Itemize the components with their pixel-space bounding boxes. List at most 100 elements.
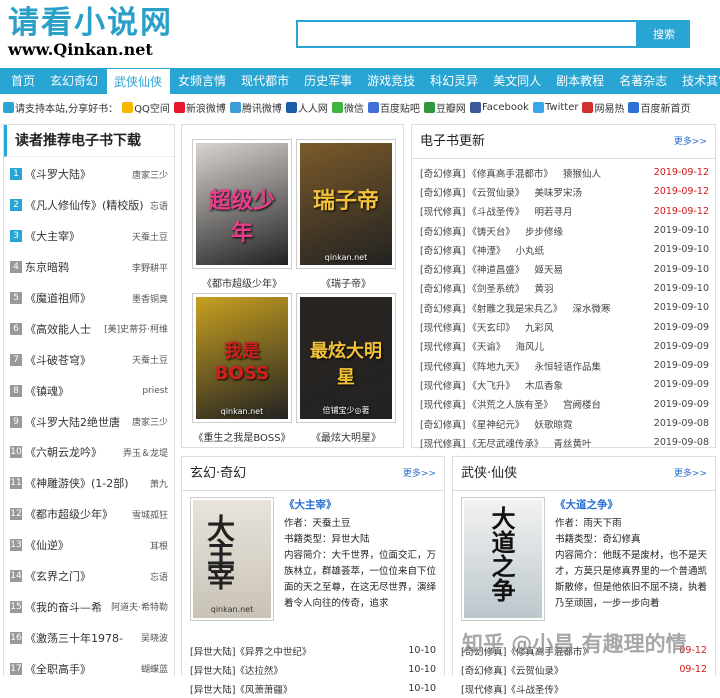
- netease-icon[interactable]: [582, 101, 594, 113]
- featured-book[interactable]: 我是BOSS qinkan.net 《重生之我是BOSS》: [192, 293, 292, 444]
- rank-book-title[interactable]: 《全职高手》: [25, 661, 91, 677]
- row-category[interactable]: [现代修真]: [461, 682, 506, 696]
- category-row[interactable]: [现代修真] 《斗战圣传》: [461, 679, 715, 698]
- update-category[interactable]: [现代修真]: [420, 378, 465, 392]
- book-cover[interactable]: 最炫大明星 倍铺宝少◎著: [296, 293, 396, 423]
- nav-item[interactable]: 女频言情: [171, 68, 234, 94]
- rank-book-title[interactable]: 《神雕游侠》(1-2部): [25, 475, 129, 491]
- rank-book-title[interactable]: 《镇魂》: [25, 383, 69, 399]
- category-more-link[interactable]: 更多>>: [403, 457, 436, 491]
- update-category[interactable]: [现代修真]: [420, 320, 465, 334]
- rank-book-title[interactable]: 《我的奋斗—希: [25, 599, 102, 615]
- update-category[interactable]: [奇幻修真]: [420, 243, 465, 257]
- update-book-title[interactable]: 《云贺仙录》: [467, 185, 524, 199]
- rank-item[interactable]: 6 《高效能人士 [美]史蒂芬·柯维: [10, 313, 174, 344]
- featured-book[interactable]: 瑞子帝 qinkan.net 《瑞子帝》: [296, 139, 396, 290]
- share-link[interactable]: 网易热: [594, 100, 624, 115]
- rank-item[interactable]: 14 《玄界之门》 忘语: [10, 561, 174, 592]
- update-category[interactable]: [奇幻修真]: [420, 224, 465, 238]
- update-book-title[interactable]: 《天玄印》: [467, 320, 515, 334]
- rank-item[interactable]: 5 《魔道祖师》 墨香铜臭: [10, 283, 174, 314]
- nav-item[interactable]: 剧本教程: [549, 68, 612, 94]
- row-category[interactable]: [奇幻修真]: [461, 663, 506, 677]
- rank-item[interactable]: 10 《六朝云龙吟》 弄玉＆龙堤: [10, 437, 174, 468]
- nav-item[interactable]: 现代都市: [234, 68, 297, 94]
- update-category[interactable]: [奇幻修真]: [420, 185, 465, 199]
- update-row[interactable]: [现代修真] 《洪荒之人族有圣》 宫阙楼台 2019-09-09: [420, 395, 715, 414]
- rank-book-title[interactable]: 《玄界之门》: [25, 568, 91, 584]
- update-row[interactable]: [奇幻修真] 《神道昌盛》 姬天易 2019-09-10: [420, 259, 715, 278]
- update-row[interactable]: [奇幻修真] 《剑圣系统》 黄羽 2019-09-10: [420, 279, 715, 298]
- rank-item[interactable]: 2 《凡人修仙传》(精校版) 忘语: [10, 190, 174, 221]
- category-row[interactable]: [异世大陆] 《异界之中世纪》 10-10: [190, 641, 444, 660]
- featured-book[interactable]: 超级少年 《都市超级少年》: [192, 139, 292, 290]
- update-category[interactable]: [现代修真]: [420, 436, 465, 450]
- share-link[interactable]: 新浪微博: [186, 100, 226, 115]
- rank-book-title[interactable]: 《斗罗大陆》: [25, 166, 91, 182]
- rank-book-title[interactable]: 《斗罗大陆2绝世唐: [25, 414, 120, 430]
- update-category[interactable]: [奇幻修真]: [420, 281, 465, 295]
- rank-book-title[interactable]: 《仙逆》: [25, 537, 69, 553]
- update-row[interactable]: [奇幻修真] 《云贺仙录》 美味罗宋汤 2019-09-12: [420, 182, 715, 201]
- update-row[interactable]: [现代修真] 《斗战圣传》 明若寻月 2019-09-12: [420, 202, 715, 221]
- row-book-title[interactable]: 《达拉然》: [235, 663, 283, 677]
- book-cover[interactable]: 瑞子帝 qinkan.net: [296, 139, 396, 269]
- rank-book-title[interactable]: 东京暗鸦: [25, 259, 69, 275]
- search-input[interactable]: [296, 20, 638, 48]
- update-category[interactable]: [奇幻修真]: [420, 262, 465, 276]
- category-more-link[interactable]: 更多>>: [674, 457, 707, 491]
- row-category[interactable]: [异世大陆]: [190, 644, 235, 658]
- update-category[interactable]: [现代修真]: [420, 359, 465, 373]
- book-cover[interactable]: 大道之争: [461, 497, 545, 621]
- update-book-title[interactable]: 《修真高手混都市》: [467, 166, 553, 180]
- book-cover[interactable]: 大主宰 qinkan.net: [190, 497, 274, 621]
- update-category[interactable]: [现代修真]: [420, 339, 465, 353]
- nav-item[interactable]: 科幻灵异: [423, 68, 486, 94]
- update-book-title[interactable]: 《阵地九天》: [467, 359, 524, 373]
- update-book-title[interactable]: 《斗战圣传》: [467, 204, 524, 218]
- update-book-title[interactable]: 《洪荒之人族有圣》: [467, 397, 553, 411]
- nav-item[interactable]: 名著杂志: [612, 68, 675, 94]
- share-link[interactable]: Twitter: [545, 102, 579, 113]
- share-link[interactable]: 豆瓣网: [436, 100, 466, 115]
- rank-item[interactable]: 13 《仙逆》 耳根: [10, 530, 174, 561]
- qzone-icon[interactable]: [122, 101, 134, 113]
- update-book-title[interactable]: 《铸天台》: [467, 224, 515, 238]
- renren-icon[interactable]: [285, 101, 297, 113]
- book-cover[interactable]: 超级少年: [192, 139, 292, 269]
- search-button[interactable]: 搜索: [638, 20, 690, 48]
- nav-item[interactable]: 玄幻奇幻: [43, 68, 106, 94]
- site-logo[interactable]: 请看小说网 www.Qinkan.net: [8, 6, 178, 60]
- rank-item[interactable]: 4 东京暗鸦 李野耕平: [10, 252, 174, 283]
- book-caption[interactable]: 《瑞子帝》: [296, 275, 396, 290]
- book-cover[interactable]: 我是BOSS qinkan.net: [192, 293, 292, 423]
- update-row[interactable]: [奇幻修真] 《星神纪元》 妖歌晾霓 2019-09-08: [420, 414, 715, 433]
- rank-book-title[interactable]: 《凡人修仙传》(精校版): [25, 197, 144, 213]
- update-category[interactable]: [奇幻修真]: [420, 166, 465, 180]
- nav-item[interactable]: 技术其它: [675, 68, 720, 94]
- twitter-icon[interactable]: [532, 101, 544, 113]
- update-row[interactable]: [现代修真] 《天玄印》 九彩风 2019-09-09: [420, 317, 715, 336]
- rank-item[interactable]: 15 《我的奋斗—希 阿道夫·希特勒: [10, 591, 174, 622]
- rank-book-title[interactable]: 《都市超级少年》: [25, 506, 113, 522]
- rank-item[interactable]: 16 《激荡三十年1978- 吴晓波: [10, 622, 174, 653]
- update-book-title[interactable]: 《无尽武魂传承》: [467, 436, 543, 450]
- update-category[interactable]: [奇幻修真]: [420, 417, 465, 431]
- share-link[interactable]: 百度新首页: [640, 100, 690, 115]
- nav-item[interactable]: 武侠仙侠: [106, 68, 172, 94]
- share-link[interactable]: Facebook: [482, 102, 529, 113]
- update-category[interactable]: [现代修真]: [420, 397, 465, 411]
- update-row[interactable]: [现代修真] 《无尽武魂传承》 青丝黄叶 2019-09-08: [420, 433, 715, 452]
- update-row[interactable]: [奇幻修真] 《神湮》 小丸纸 2019-09-10: [420, 240, 715, 259]
- nav-item[interactable]: 游戏竞技: [360, 68, 423, 94]
- rank-item[interactable]: 8 《镇魂》 priest: [10, 375, 174, 406]
- share-link[interactable]: 微信: [344, 100, 364, 115]
- row-book-title[interactable]: 《斗战圣传》: [506, 682, 563, 696]
- update-book-title[interactable]: 《神湮》: [467, 243, 505, 257]
- rank-book-title[interactable]: 《高效能人士: [25, 321, 91, 337]
- update-row[interactable]: [现代修真] 《天谕》 海风儿 2019-09-09: [420, 337, 715, 356]
- nav-item[interactable]: 首页: [4, 68, 43, 94]
- updates-more-link[interactable]: 更多>>: [674, 125, 707, 159]
- rank-item[interactable]: 3 《大主宰》 天蚕土豆: [10, 221, 174, 252]
- row-category[interactable]: [异世大陆]: [190, 682, 235, 696]
